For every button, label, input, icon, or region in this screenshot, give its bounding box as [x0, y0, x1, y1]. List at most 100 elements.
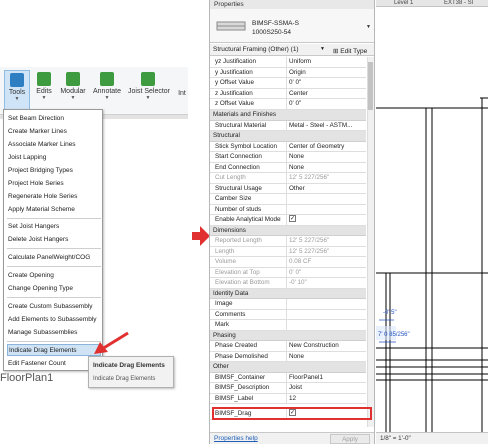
property-row[interactable]: Start Connection None — [210, 152, 366, 163]
property-row[interactable]: Camber Size — [210, 194, 366, 205]
menu-item-set-joist-hangers[interactable]: Set Joist Hangers — [8, 221, 100, 233]
group-dimensions[interactable]: Dimensions — [210, 225, 366, 236]
property-value[interactable]: FloorPanel1 — [286, 372, 366, 383]
menu-item-regenerate-hole-series[interactable]: Regenerate Hole Series — [8, 191, 100, 203]
property-key: yz Justification — [215, 58, 256, 65]
property-row[interactable]: z Offset Value 0' 0" — [210, 99, 366, 110]
chevron-down-icon: ▼ — [14, 96, 20, 102]
chevron-down-icon[interactable]: ▼ — [366, 24, 371, 30]
property-row[interactable]: Structural Material Metal - Steel - ASTM.… — [210, 120, 366, 131]
annotation-arrow-menu — [94, 331, 129, 354]
menu-item-apply-material-scheme[interactable]: Apply Material Scheme — [8, 204, 100, 216]
scrollbar-thumb[interactable] — [368, 62, 373, 110]
menu-item-project-bridging-types[interactable]: Project Bridging Types — [8, 165, 100, 177]
property-value[interactable] — [286, 194, 366, 204]
properties-help-link[interactable]: Properties help — [214, 435, 258, 442]
tools-button[interactable]: Tools ▼ — [4, 70, 30, 112]
property-value[interactable]: 12 — [286, 393, 366, 404]
property-row: Elevation at Top 0' 0" — [210, 267, 366, 278]
highlight-box — [212, 407, 372, 420]
property-row[interactable]: Number of studs — [210, 204, 366, 215]
property-row[interactable]: BIMSF_Label 12 — [210, 393, 366, 404]
property-value[interactable]: Other — [286, 183, 366, 194]
apply-button[interactable]: Apply — [330, 434, 370, 444]
drawing-canvas[interactable] — [376, 8, 488, 432]
joist-selector-button[interactable]: Joist Selector ▼ — [128, 70, 171, 112]
group-structural[interactable]: Structural — [210, 131, 366, 142]
edits-button[interactable]: Edits ▼ — [31, 70, 57, 112]
menu-item-add-elements-to-subassembly[interactable]: Add Elements to Subassembly — [8, 314, 100, 326]
property-key: Phase Demolished — [215, 352, 268, 360]
property-key: BIMSF_Label — [215, 394, 254, 402]
group-materials-and-finishes[interactable]: Materials and Finishes — [210, 110, 366, 121]
view-scale[interactable]: 1/8" = 1'-0" — [380, 435, 411, 442]
property-row[interactable]: Comments — [210, 309, 366, 320]
property-row[interactable]: yz Justification Uniform — [210, 57, 366, 68]
menu-item-set-beam-direction[interactable]: Set Beam Direction — [8, 113, 100, 125]
property-value[interactable]: 0' 0" — [286, 99, 366, 109]
joist-selector-label: Joist Selector — [128, 88, 171, 95]
int-button[interactable]: Int — [176, 70, 188, 112]
property-value-checkbox[interactable]: ✓ — [286, 215, 366, 225]
tab-level-1[interactable]: Level 1 — [394, 0, 413, 7]
property-value[interactable]: None — [286, 152, 366, 162]
property-row[interactable]: z Justification Center — [210, 88, 366, 99]
property-value[interactable]: None — [286, 351, 366, 362]
property-row[interactable]: Mark — [210, 320, 366, 331]
menu-item-edit-fastener-count[interactable]: Edit Fastener Count — [8, 358, 100, 370]
menu-item-create-marker-lines[interactable]: Create Marker Lines — [8, 126, 100, 138]
menu-item-indicate-drag-elements[interactable]: Indicate Drag Elements — [7, 344, 101, 356]
property-value[interactable]: Uniform — [286, 57, 366, 67]
property-value[interactable] — [286, 320, 366, 330]
menu-item-change-opening-type[interactable]: Change Opening Type — [8, 283, 100, 295]
modular-button[interactable]: Modular ▼ — [58, 70, 88, 112]
menu-item-calculate-panel-weight[interactable]: Calculate PanelWeight/COG — [8, 252, 100, 264]
annotate-button[interactable]: Annotate ▼ — [92, 70, 122, 112]
menu-item-associate-marker-lines[interactable]: Associate Marker Lines — [8, 139, 100, 151]
property-row[interactable]: y Offset Value 0' 0" — [210, 78, 366, 89]
property-row[interactable]: Phase Created New Construction — [210, 341, 366, 352]
property-row[interactable]: BIMSF_Description Joist — [210, 383, 366, 394]
edit-type-button[interactable]: ⊞ Edit Type — [330, 45, 370, 57]
property-row[interactable]: BIMSF_Container FloorPanel1 — [210, 372, 366, 383]
property-value[interactable]: Center — [286, 88, 366, 99]
property-value[interactable]: Metal - Steel - ASTM... — [286, 120, 366, 131]
instance-filter-dropdown[interactable]: Structural Framing (Other) (1) — [213, 46, 299, 53]
property-row[interactable]: Structural Usage Other — [210, 183, 366, 194]
property-value[interactable]: None — [286, 162, 366, 173]
modular-icon — [66, 72, 80, 86]
checkbox-checked-icon[interactable]: ✓ — [289, 215, 296, 223]
menu-item-create-opening[interactable]: Create Opening — [8, 270, 100, 282]
property-value[interactable]: New Construction — [286, 341, 366, 351]
property-row[interactable]: Image — [210, 299, 366, 310]
tab-ext38[interactable]: EXT38 - Sl — [444, 0, 473, 7]
menu-item-create-custom-subassembly[interactable]: Create Custom Subassembly — [8, 301, 100, 313]
properties-scrollbar[interactable] — [367, 57, 374, 427]
menu-item-project-hole-series[interactable]: Project Hole Series — [8, 178, 100, 190]
property-row: Volume 0.08 CF — [210, 257, 366, 268]
property-value[interactable]: 0' 0" — [286, 78, 366, 88]
property-value[interactable]: Joist — [286, 383, 366, 393]
property-value[interactable]: Center of Geometry — [286, 141, 366, 152]
type-selector[interactable]: BIMSF-SSMA-S 1000S250-54 ▼ — [210, 9, 374, 43]
property-value[interactable] — [286, 309, 366, 320]
property-value[interactable]: Origin — [286, 67, 366, 78]
menu-item-joist-lapping[interactable]: Joist Lapping — [8, 152, 100, 164]
group-phasing[interactable]: Phasing — [210, 330, 366, 341]
property-value[interactable] — [286, 204, 366, 215]
property-row: Reported Length 12' 5 227/256" — [210, 236, 366, 247]
property-row[interactable]: Phase Demolished None — [210, 351, 366, 362]
menu-item-manage-subassemblies[interactable]: Manage Subassemblies — [8, 327, 100, 339]
property-key: Cut Length — [215, 174, 246, 181]
property-row[interactable]: End Connection None — [210, 162, 366, 173]
group-other[interactable]: Other — [210, 362, 366, 373]
property-row[interactable]: Enable Analytical Model ✓ — [210, 215, 366, 226]
menu-item-delete-joist-hangers[interactable]: Delete Joist Hangers — [8, 234, 100, 246]
property-row[interactable]: y Justification Origin — [210, 67, 366, 78]
annotate-icon — [100, 72, 114, 86]
property-value[interactable] — [286, 299, 366, 309]
property-row[interactable]: Stick Symbol Location Center of Geometry — [210, 141, 366, 152]
chevron-down-icon[interactable]: ▼ — [320, 46, 325, 52]
group-identity-data[interactable]: Identity Data — [210, 288, 366, 299]
drawing-view[interactable]: Level 1 EXT38 - Sl -0' 5" 7' 0 85/256" 1… — [376, 0, 488, 444]
